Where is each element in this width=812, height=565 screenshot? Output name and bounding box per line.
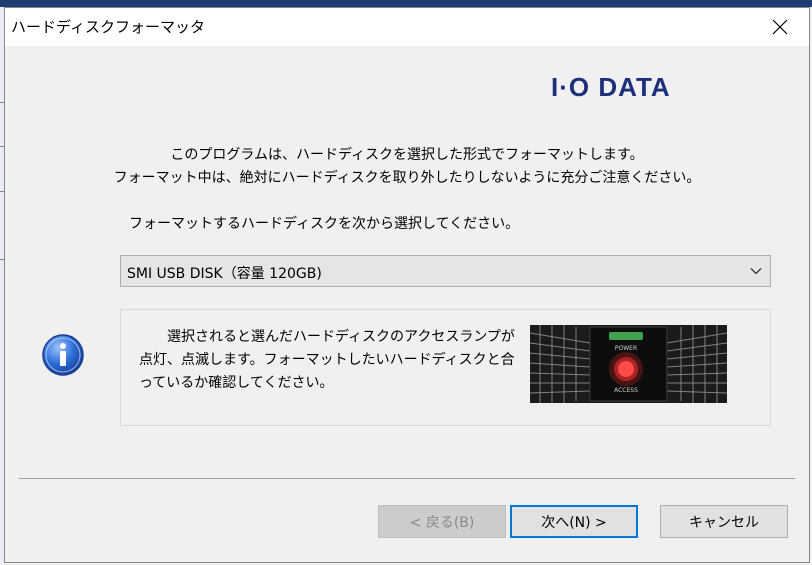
close-icon bbox=[772, 19, 788, 35]
select-prompt: フォーマットするハードディスクを次から選択してください。 bbox=[129, 216, 520, 232]
power-label: POWER bbox=[615, 345, 637, 352]
window-title: ハードディスクフォーマッタ bbox=[11, 18, 205, 36]
footer-separator bbox=[19, 478, 795, 479]
drive-access-lamp-image: POWER ACCESS bbox=[530, 325, 727, 403]
cancel-button[interactable]: キャンセル bbox=[660, 505, 788, 538]
back-button[interactable]: < 戻る(B) bbox=[378, 505, 506, 538]
info-text: 選択されると選んだハードディスクのアクセスランプが点灯、点滅します。フォーマット… bbox=[139, 329, 515, 391]
intro-line-1: このプログラムは、ハードディスクを選択した形式でフォーマットします。 bbox=[170, 147, 644, 163]
intro-line-2: フォーマット中は、絶対にハードディスクを取り外したりしないように充分ご注意くださ… bbox=[113, 170, 701, 186]
next-button[interactable]: 次へ(N) > bbox=[510, 505, 638, 538]
info-icon bbox=[42, 334, 84, 376]
title-bar: ハードディスクフォーマッタ bbox=[5, 8, 809, 46]
close-button[interactable] bbox=[757, 8, 803, 46]
iodata-logo: I·O DATA bbox=[551, 72, 671, 102]
disk-select-value: SMI USB DISK（容量 120GB) bbox=[127, 266, 322, 282]
info-panel: 選択されると選んだハードディスクのアクセスランプが点灯、点滅します。フォーマット… bbox=[120, 309, 771, 426]
formatter-dialog: ハードディスクフォーマッタ I·O DATA このプログラムは、ハードディスクを… bbox=[4, 7, 810, 563]
disk-select[interactable]: SMI USB DISK（容量 120GB) bbox=[120, 255, 771, 287]
access-label: ACCESS bbox=[614, 387, 638, 394]
intro-text: このプログラムは、ハードディスクを選択した形式でフォーマットします。 フォーマッ… bbox=[5, 144, 809, 190]
background-window-strip bbox=[0, 0, 812, 7]
chevron-down-icon bbox=[750, 268, 762, 275]
